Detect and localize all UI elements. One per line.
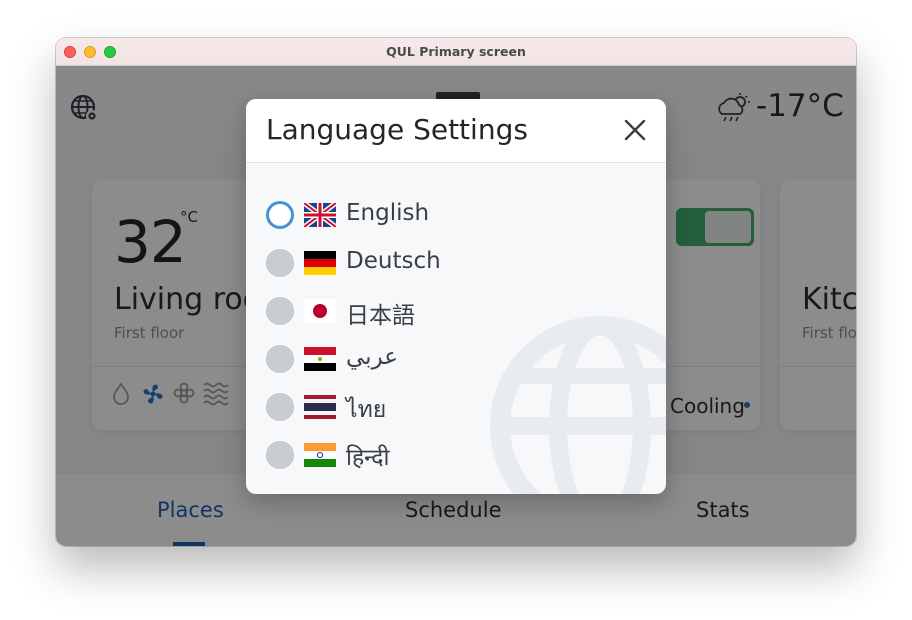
language-settings-dialog: Language Settings English Deutsch 日本語 عر… (246, 99, 666, 494)
close-icon[interactable] (622, 117, 648, 143)
egypt-flag-icon (304, 347, 336, 371)
language-label: ไทย (346, 397, 387, 423)
language-option-hindi[interactable]: हिन्दी (264, 435, 584, 475)
language-option-deutsch[interactable]: Deutsch (264, 243, 584, 283)
window-title: QUL Primary screen (386, 44, 526, 59)
language-option-english[interactable]: English (264, 195, 584, 235)
radio-button[interactable] (266, 249, 294, 277)
india-flag-icon (304, 443, 336, 467)
language-label: English (346, 200, 430, 226)
radio-button[interactable] (266, 393, 294, 421)
language-label: 日本語 (346, 303, 415, 329)
app-window: QUL Primary screen -17°C 32 °C Living ro… (56, 38, 856, 546)
uk-flag-icon (304, 203, 336, 227)
language-label: عربي (346, 344, 398, 370)
radio-button-selected[interactable] (266, 201, 294, 229)
germany-flag-icon (304, 251, 336, 275)
title-bar: QUL Primary screen (56, 38, 856, 66)
app-content: -17°C 32 °C Living room First floor Cool… (56, 66, 856, 546)
dialog-header: Language Settings (246, 99, 666, 163)
japan-flag-icon (304, 299, 336, 323)
radio-button[interactable] (266, 345, 294, 373)
language-label: हिन्दी (346, 445, 390, 471)
radio-button[interactable] (266, 297, 294, 325)
language-option-thai[interactable]: ไทย (264, 387, 584, 427)
radio-button[interactable] (266, 441, 294, 469)
language-option-arabic[interactable]: عربي (264, 339, 584, 379)
dialog-title: Language Settings (266, 113, 528, 146)
thailand-flag-icon (304, 395, 336, 419)
language-option-japanese[interactable]: 日本語 (264, 291, 584, 331)
language-label: Deutsch (346, 248, 441, 274)
